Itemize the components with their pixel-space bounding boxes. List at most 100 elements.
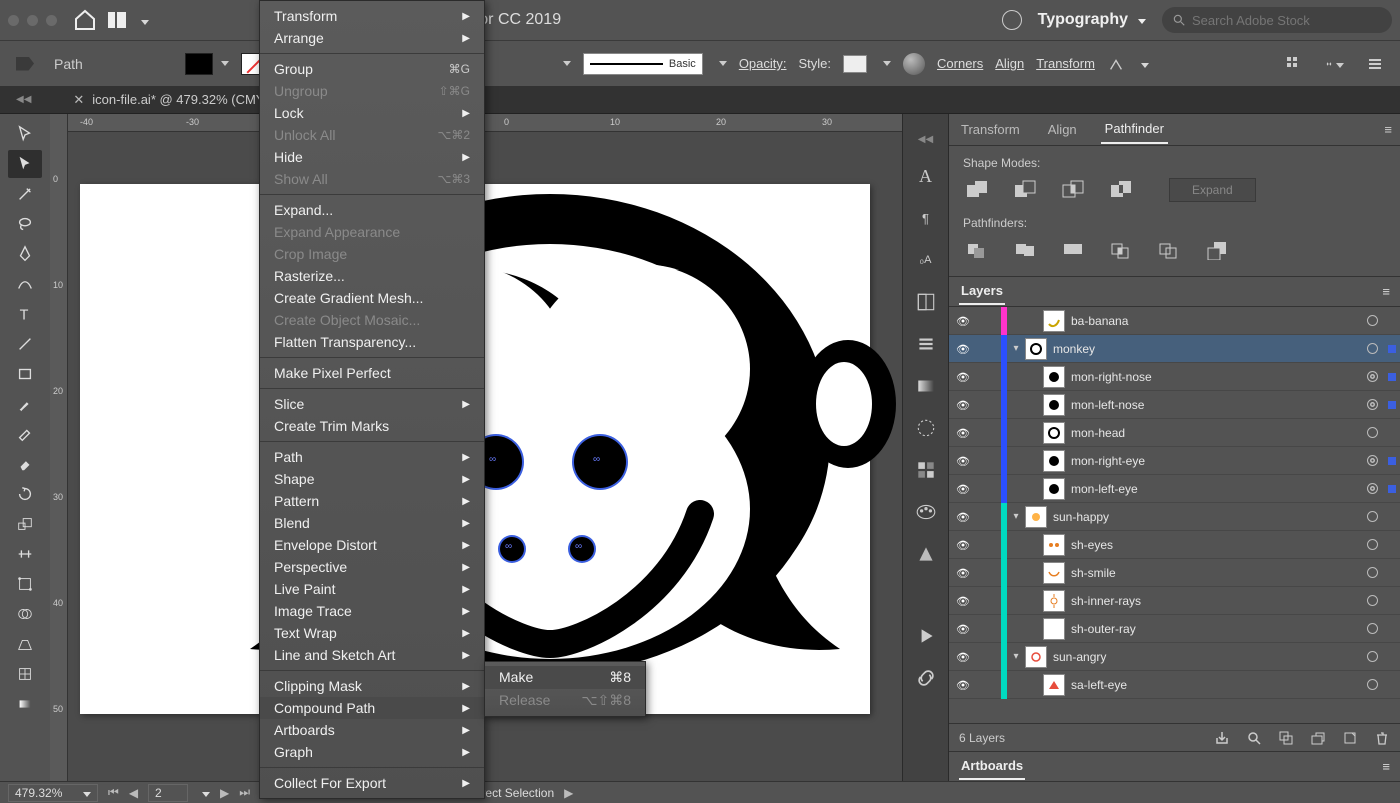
layer-row-mon-left-eye[interactable]: mon-left-eye bbox=[949, 475, 1400, 503]
intersect-icon[interactable] bbox=[1059, 178, 1087, 202]
opacity-link[interactable]: Opacity: bbox=[739, 56, 787, 71]
layer-row-ba-banana[interactable]: ba-banana bbox=[949, 307, 1400, 335]
menu-item-transform[interactable]: Transform▶ bbox=[260, 5, 484, 27]
menu-item-hide[interactable]: Hide▶ bbox=[260, 146, 484, 168]
window-controls[interactable] bbox=[8, 15, 57, 26]
panel-menu-icon[interactable]: ≡ bbox=[1384, 122, 1392, 137]
layer-row-sh-smile[interactable]: sh-smile bbox=[949, 559, 1400, 587]
trim-icon[interactable] bbox=[1011, 238, 1039, 262]
disclosure-icon[interactable]: ▾ bbox=[1007, 651, 1025, 662]
exclude-icon[interactable] bbox=[1107, 178, 1135, 202]
target-icon[interactable] bbox=[1360, 399, 1384, 410]
selection-tool[interactable] bbox=[8, 120, 42, 148]
layers-list[interactable]: ba-banana▾monkeymon-right-nosemon-left-n… bbox=[949, 307, 1400, 723]
menu-item-rasterize-[interactable]: Rasterize... bbox=[260, 265, 484, 287]
layer-row-mon-head[interactable]: mon-head bbox=[949, 419, 1400, 447]
layer-row-sun-angry[interactable]: ▾sun-angry bbox=[949, 643, 1400, 671]
tab-layers[interactable]: Layers bbox=[959, 278, 1005, 305]
last-artboard-icon[interactable]: ⏭ bbox=[239, 785, 250, 800]
actions-panel-icon[interactable] bbox=[915, 625, 937, 647]
visibility-toggle[interactable] bbox=[949, 453, 977, 468]
stroke-profile-caret[interactable] bbox=[715, 61, 727, 66]
target-icon[interactable] bbox=[1360, 511, 1384, 522]
stroke-profile[interactable]: Basic bbox=[583, 53, 703, 75]
arrange-documents-icon[interactable] bbox=[105, 8, 129, 32]
menu-item-envelope-distort[interactable]: Envelope Distort▶ bbox=[260, 534, 484, 556]
fill-swatch[interactable] bbox=[185, 53, 213, 75]
isolate-icon[interactable] bbox=[1107, 55, 1125, 73]
target-icon[interactable] bbox=[1360, 343, 1384, 354]
menu-item-compound-path[interactable]: Compound Path▶ bbox=[260, 697, 484, 719]
locate-icon[interactable] bbox=[1246, 730, 1262, 746]
prev-artboard-icon[interactable]: ◀ bbox=[129, 786, 138, 800]
visibility-toggle[interactable] bbox=[949, 341, 977, 356]
tab-transform[interactable]: Transform bbox=[957, 116, 1024, 143]
merge-icon[interactable] bbox=[1059, 238, 1087, 262]
expand-button[interactable]: Expand bbox=[1169, 178, 1256, 202]
new-sublayer-icon[interactable] bbox=[1310, 730, 1326, 746]
menu-item-make-pixel-perfect[interactable]: Make Pixel Perfect bbox=[260, 362, 484, 384]
align-objects-icon[interactable] bbox=[1286, 55, 1304, 73]
tab-pathfinder[interactable]: Pathfinder bbox=[1101, 115, 1168, 144]
paragraph-panel-icon[interactable]: ¶ bbox=[915, 207, 937, 229]
glyphs-panel-icon[interactable] bbox=[915, 291, 937, 313]
color-panel-icon[interactable] bbox=[915, 501, 937, 523]
menu-item-lock[interactable]: Lock▶ bbox=[260, 102, 484, 124]
isolate-caret[interactable] bbox=[1137, 56, 1149, 71]
corners-link[interactable]: Corners bbox=[937, 56, 983, 71]
visibility-toggle[interactable] bbox=[949, 397, 977, 412]
layer-row-mon-right-nose[interactable]: mon-right-nose bbox=[949, 363, 1400, 391]
minus-front-icon[interactable] bbox=[1011, 178, 1039, 202]
delete-layer-icon[interactable] bbox=[1374, 730, 1390, 746]
artboards-menu-icon[interactable]: ≡ bbox=[1382, 759, 1390, 774]
line-tool[interactable] bbox=[8, 330, 42, 358]
target-icon[interactable] bbox=[1360, 651, 1384, 662]
search-stock[interactable] bbox=[1162, 7, 1392, 33]
zoom-field[interactable]: 479.32% bbox=[8, 784, 98, 802]
home-icon[interactable] bbox=[73, 8, 97, 32]
menu-item-flatten-transparency-[interactable]: Flatten Transparency... bbox=[260, 331, 484, 353]
next-artboard-icon[interactable]: ▶ bbox=[220, 786, 229, 800]
artboard-number-caret[interactable] bbox=[198, 786, 210, 800]
menu-item-live-paint[interactable]: Live Paint▶ bbox=[260, 578, 484, 600]
target-icon[interactable] bbox=[1360, 595, 1384, 606]
layer-row-sun-happy[interactable]: ▾sun-happy bbox=[949, 503, 1400, 531]
visibility-toggle[interactable] bbox=[949, 621, 977, 636]
mesh-tool[interactable] bbox=[8, 660, 42, 688]
artboard-number-field[interactable]: 2 bbox=[148, 784, 188, 802]
visibility-toggle[interactable] bbox=[949, 565, 977, 580]
visibility-toggle[interactable] bbox=[949, 425, 977, 440]
swatches-panel-icon[interactable] bbox=[915, 459, 937, 481]
unite-icon[interactable] bbox=[963, 178, 991, 202]
menu-item-clipping-mask[interactable]: Clipping Mask▶ bbox=[260, 675, 484, 697]
brush-caret[interactable] bbox=[559, 61, 571, 66]
outline-icon[interactable] bbox=[1155, 238, 1183, 262]
menu-item-perspective[interactable]: Perspective▶ bbox=[260, 556, 484, 578]
visibility-toggle[interactable] bbox=[949, 481, 977, 496]
stroke-panel-icon[interactable] bbox=[915, 417, 937, 439]
menu-item-line-and-sketch-art[interactable]: Line and Sketch Art▶ bbox=[260, 644, 484, 666]
rotate-tool[interactable] bbox=[8, 480, 42, 508]
menu-item-create-trim-marks[interactable]: Create Trim Marks bbox=[260, 415, 484, 437]
appearance-panel-icon[interactable] bbox=[915, 543, 937, 565]
visibility-toggle[interactable] bbox=[949, 509, 977, 524]
menu-item-slice[interactable]: Slice▶ bbox=[260, 393, 484, 415]
target-icon[interactable] bbox=[1360, 623, 1384, 634]
target-icon[interactable] bbox=[1360, 427, 1384, 438]
menu-item-image-trace[interactable]: Image Trace▶ bbox=[260, 600, 484, 622]
target-icon[interactable] bbox=[1360, 567, 1384, 578]
visibility-toggle[interactable] bbox=[949, 649, 977, 664]
menu-item-collect-for-export[interactable]: Collect For Export▶ bbox=[260, 772, 484, 794]
status-caret[interactable]: ▶ bbox=[564, 786, 573, 800]
search-stock-input[interactable] bbox=[1192, 13, 1382, 28]
menu-item-create-gradient-mesh-[interactable]: Create Gradient Mesh... bbox=[260, 287, 484, 309]
visibility-toggle[interactable] bbox=[949, 369, 977, 384]
layers-menu-icon[interactable]: ≡ bbox=[1382, 284, 1390, 299]
graphic-style[interactable] bbox=[843, 55, 867, 73]
menu-item-blend[interactable]: Blend▶ bbox=[260, 512, 484, 534]
gradient-panel-icon[interactable] bbox=[915, 375, 937, 397]
opentype-panel-icon[interactable]: ₀A bbox=[915, 249, 937, 271]
paragraph-styles-icon[interactable] bbox=[915, 333, 937, 355]
menu-item-arrange[interactable]: Arrange▶ bbox=[260, 27, 484, 49]
magic-wand-tool[interactable] bbox=[8, 180, 42, 208]
